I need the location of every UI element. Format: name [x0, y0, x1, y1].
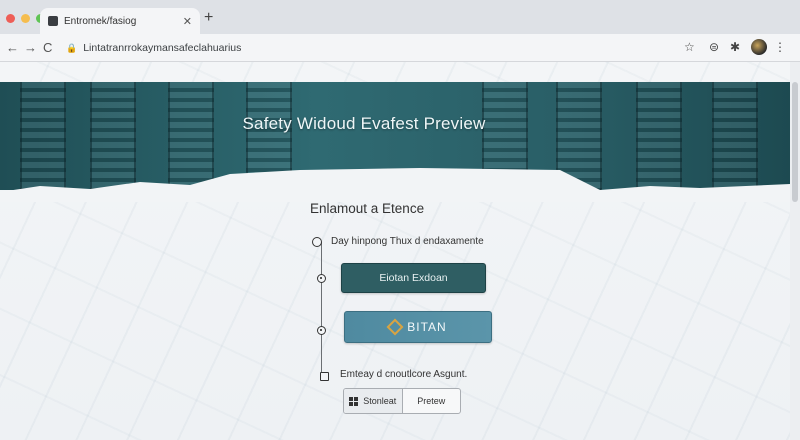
step-label: Emteay d cnoutlcore Asgunt. [340, 369, 468, 380]
favicon-icon [48, 16, 58, 26]
segment-option-stonleat[interactable]: Stonleat [344, 389, 403, 413]
timeline-line [321, 242, 322, 374]
browser-tab[interactable]: Entromek/fasiog ✕ [40, 8, 200, 34]
view-toggle: Stonleat Pretew [343, 388, 461, 414]
tab-bar: Entromek/fasiog ✕ + [0, 0, 800, 34]
segment-label: Stonleat [363, 396, 397, 406]
section-title: Enlamout a Etence [310, 201, 425, 216]
brand-button[interactable]: BITAN [344, 311, 492, 343]
lock-icon[interactable]: 🔒 [66, 43, 77, 54]
brand-button-label: BITAN [407, 320, 447, 334]
puzzle-icon[interactable]: ✱ [730, 40, 740, 54]
step-dot [317, 326, 326, 335]
new-tab-button[interactable]: + [204, 9, 213, 27]
step-radio[interactable] [312, 237, 322, 247]
close-window-button[interactable] [6, 14, 15, 23]
page-content: Safety Widoud Evafest Preview Enlamout a… [0, 62, 790, 440]
url-text[interactable]: Lintatranrrokaymansafeclahuarius [83, 42, 241, 54]
banner-title: Safety Widoud Evafest Preview [242, 114, 486, 133]
brand-logo-icon [386, 318, 404, 336]
torn-edge-decoration [0, 168, 790, 202]
segment-label: Pretew [417, 396, 446, 406]
primary-action-button[interactable]: Eiotan Exdoan [341, 263, 486, 293]
minimize-window-button[interactable] [21, 14, 30, 23]
step-checkbox[interactable] [320, 372, 329, 381]
star-icon[interactable]: ☆ [684, 40, 695, 54]
tab-close-icon[interactable]: ✕ [183, 15, 192, 28]
extension-icon[interactable]: ⊜ [709, 40, 719, 54]
grid-icon [349, 396, 359, 406]
back-button[interactable]: ← [6, 40, 19, 55]
tab-title: Entromek/fasiog [64, 15, 137, 27]
scrollbar-thumb[interactable] [792, 82, 798, 202]
avatar[interactable] [751, 39, 767, 55]
step-label: Day hinpong Thux d endaxamente [331, 236, 484, 247]
page-scrollbar[interactable] [790, 62, 800, 440]
menu-icon[interactable]: ⋮ [774, 40, 786, 54]
address-bar[interactable]: 🔒 Lintatranrrokaymansafeclahuarius [58, 38, 658, 58]
reload-button[interactable]: C [43, 40, 52, 55]
forward-button[interactable]: → [24, 40, 37, 55]
segment-option-pretew[interactable]: Pretew [403, 389, 461, 413]
browser-toolbar: ← → C 🔒 Lintatranrrokaymansafeclahuarius… [0, 34, 800, 62]
step-dot [317, 274, 326, 283]
